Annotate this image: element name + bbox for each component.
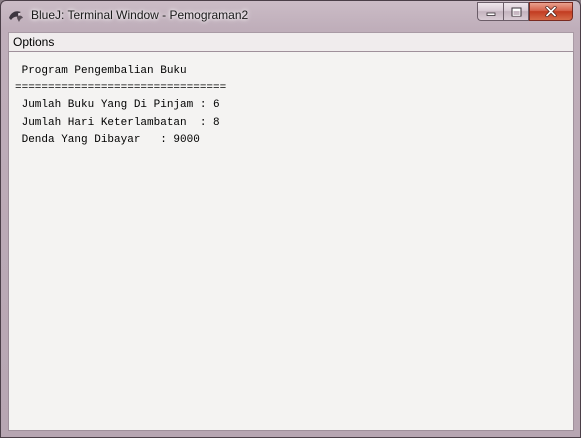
terminal-line-late-days: Jumlah Hari Keterlambatan : 8: [15, 116, 220, 129]
title-bar[interactable]: BlueJ: Terminal Window - Pemograman2: [1, 1, 580, 31]
maximize-icon: [511, 7, 521, 16]
terminal-line-separator: ================================: [15, 82, 227, 95]
minimize-icon: [486, 12, 495, 16]
terminal-lines: Program Pengembalian Buku ==============…: [15, 63, 226, 149]
maximize-button[interactable]: [503, 2, 529, 21]
terminal-line-heading: Program Pengembalian Buku: [15, 65, 187, 77]
window-title: BlueJ: Terminal Window - Pemograman2: [31, 8, 249, 22]
minimize-button[interactable]: [477, 2, 503, 21]
terminal-line-fine: Denda Yang Dibayar : 9000: [15, 133, 200, 146]
window-controls: [477, 2, 573, 21]
bluej-app-icon[interactable]: [8, 9, 24, 23]
menu-bar: Options: [8, 32, 574, 51]
close-button[interactable]: [529, 2, 573, 21]
menu-options[interactable]: Options: [13, 35, 54, 49]
terminal-output[interactable]: Program Pengembalian Buku ==============…: [8, 51, 574, 431]
terminal-line-borrowed-books: Jumlah Buku Yang Di Pinjam : 6: [15, 99, 220, 112]
terminal-window: BlueJ: Terminal Window - Pemograman2 Opt…: [0, 0, 581, 438]
close-icon: [545, 6, 557, 17]
